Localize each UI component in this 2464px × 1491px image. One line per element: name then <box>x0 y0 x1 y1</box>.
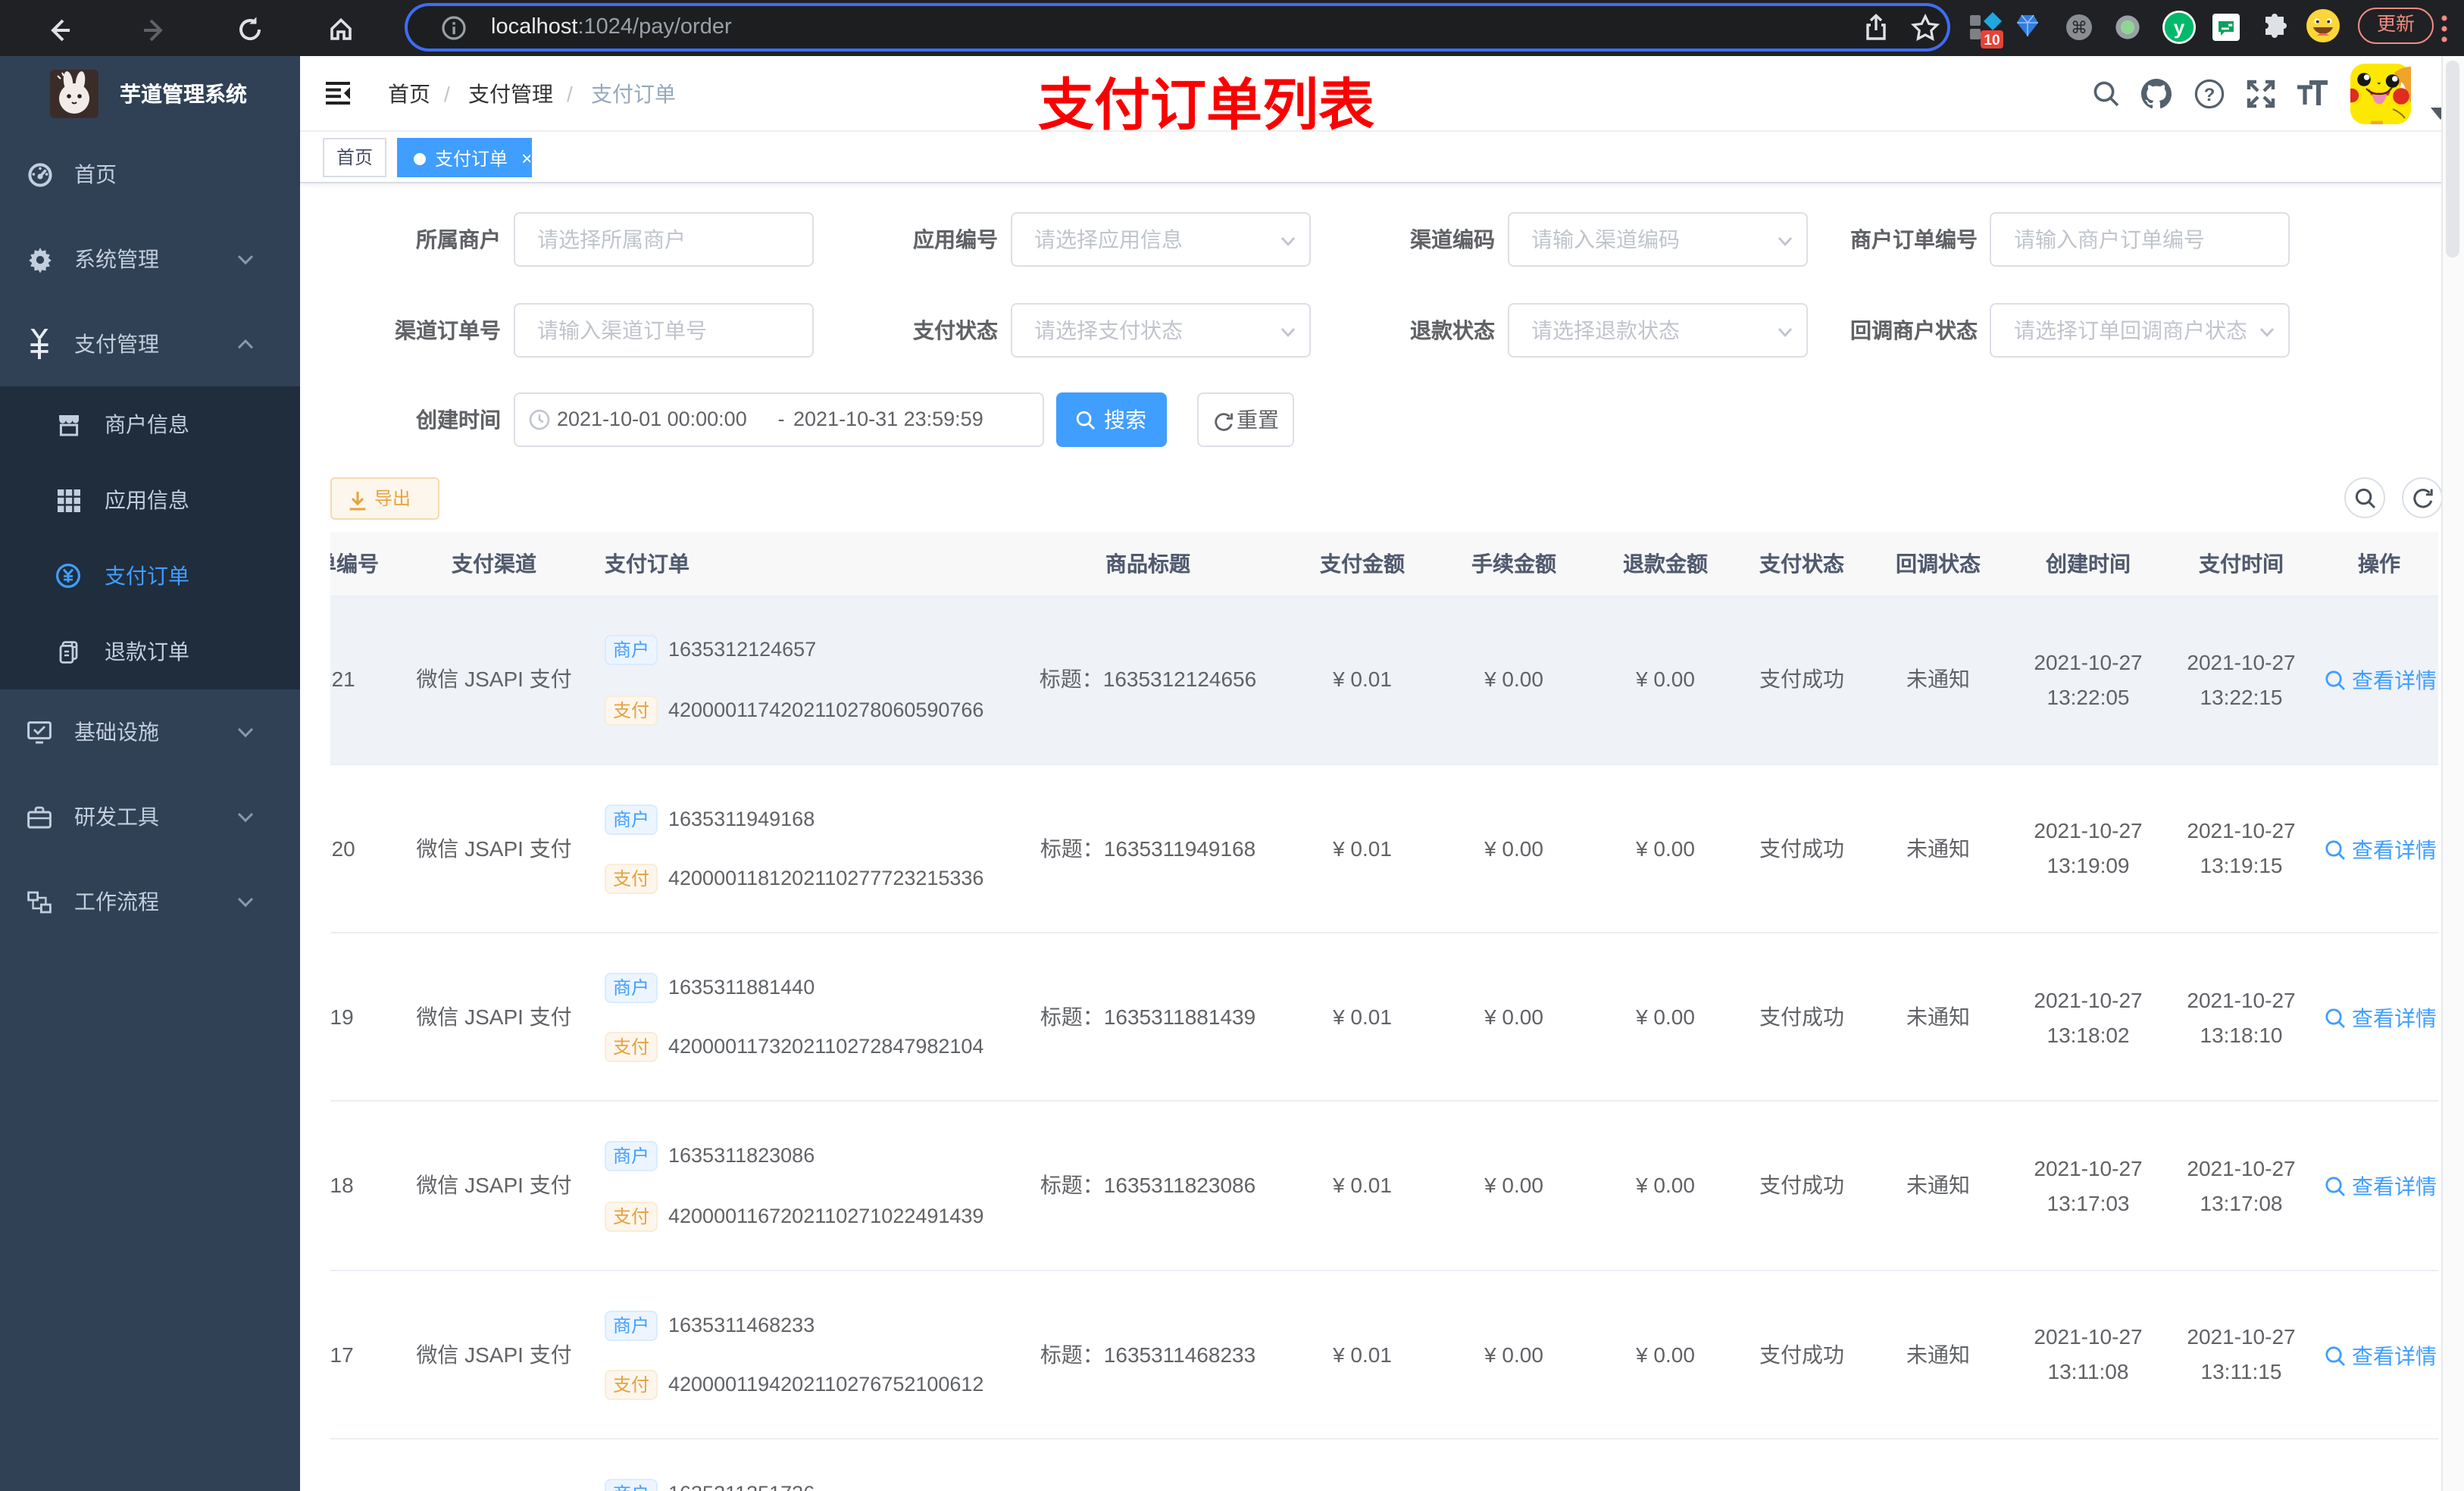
svg-text:10: 10 <box>1984 33 2000 48</box>
svg-text:y: y <box>2174 16 2185 39</box>
svg-text:?: ? <box>2203 85 2215 105</box>
svg-text:⌘: ⌘ <box>2071 18 2087 37</box>
